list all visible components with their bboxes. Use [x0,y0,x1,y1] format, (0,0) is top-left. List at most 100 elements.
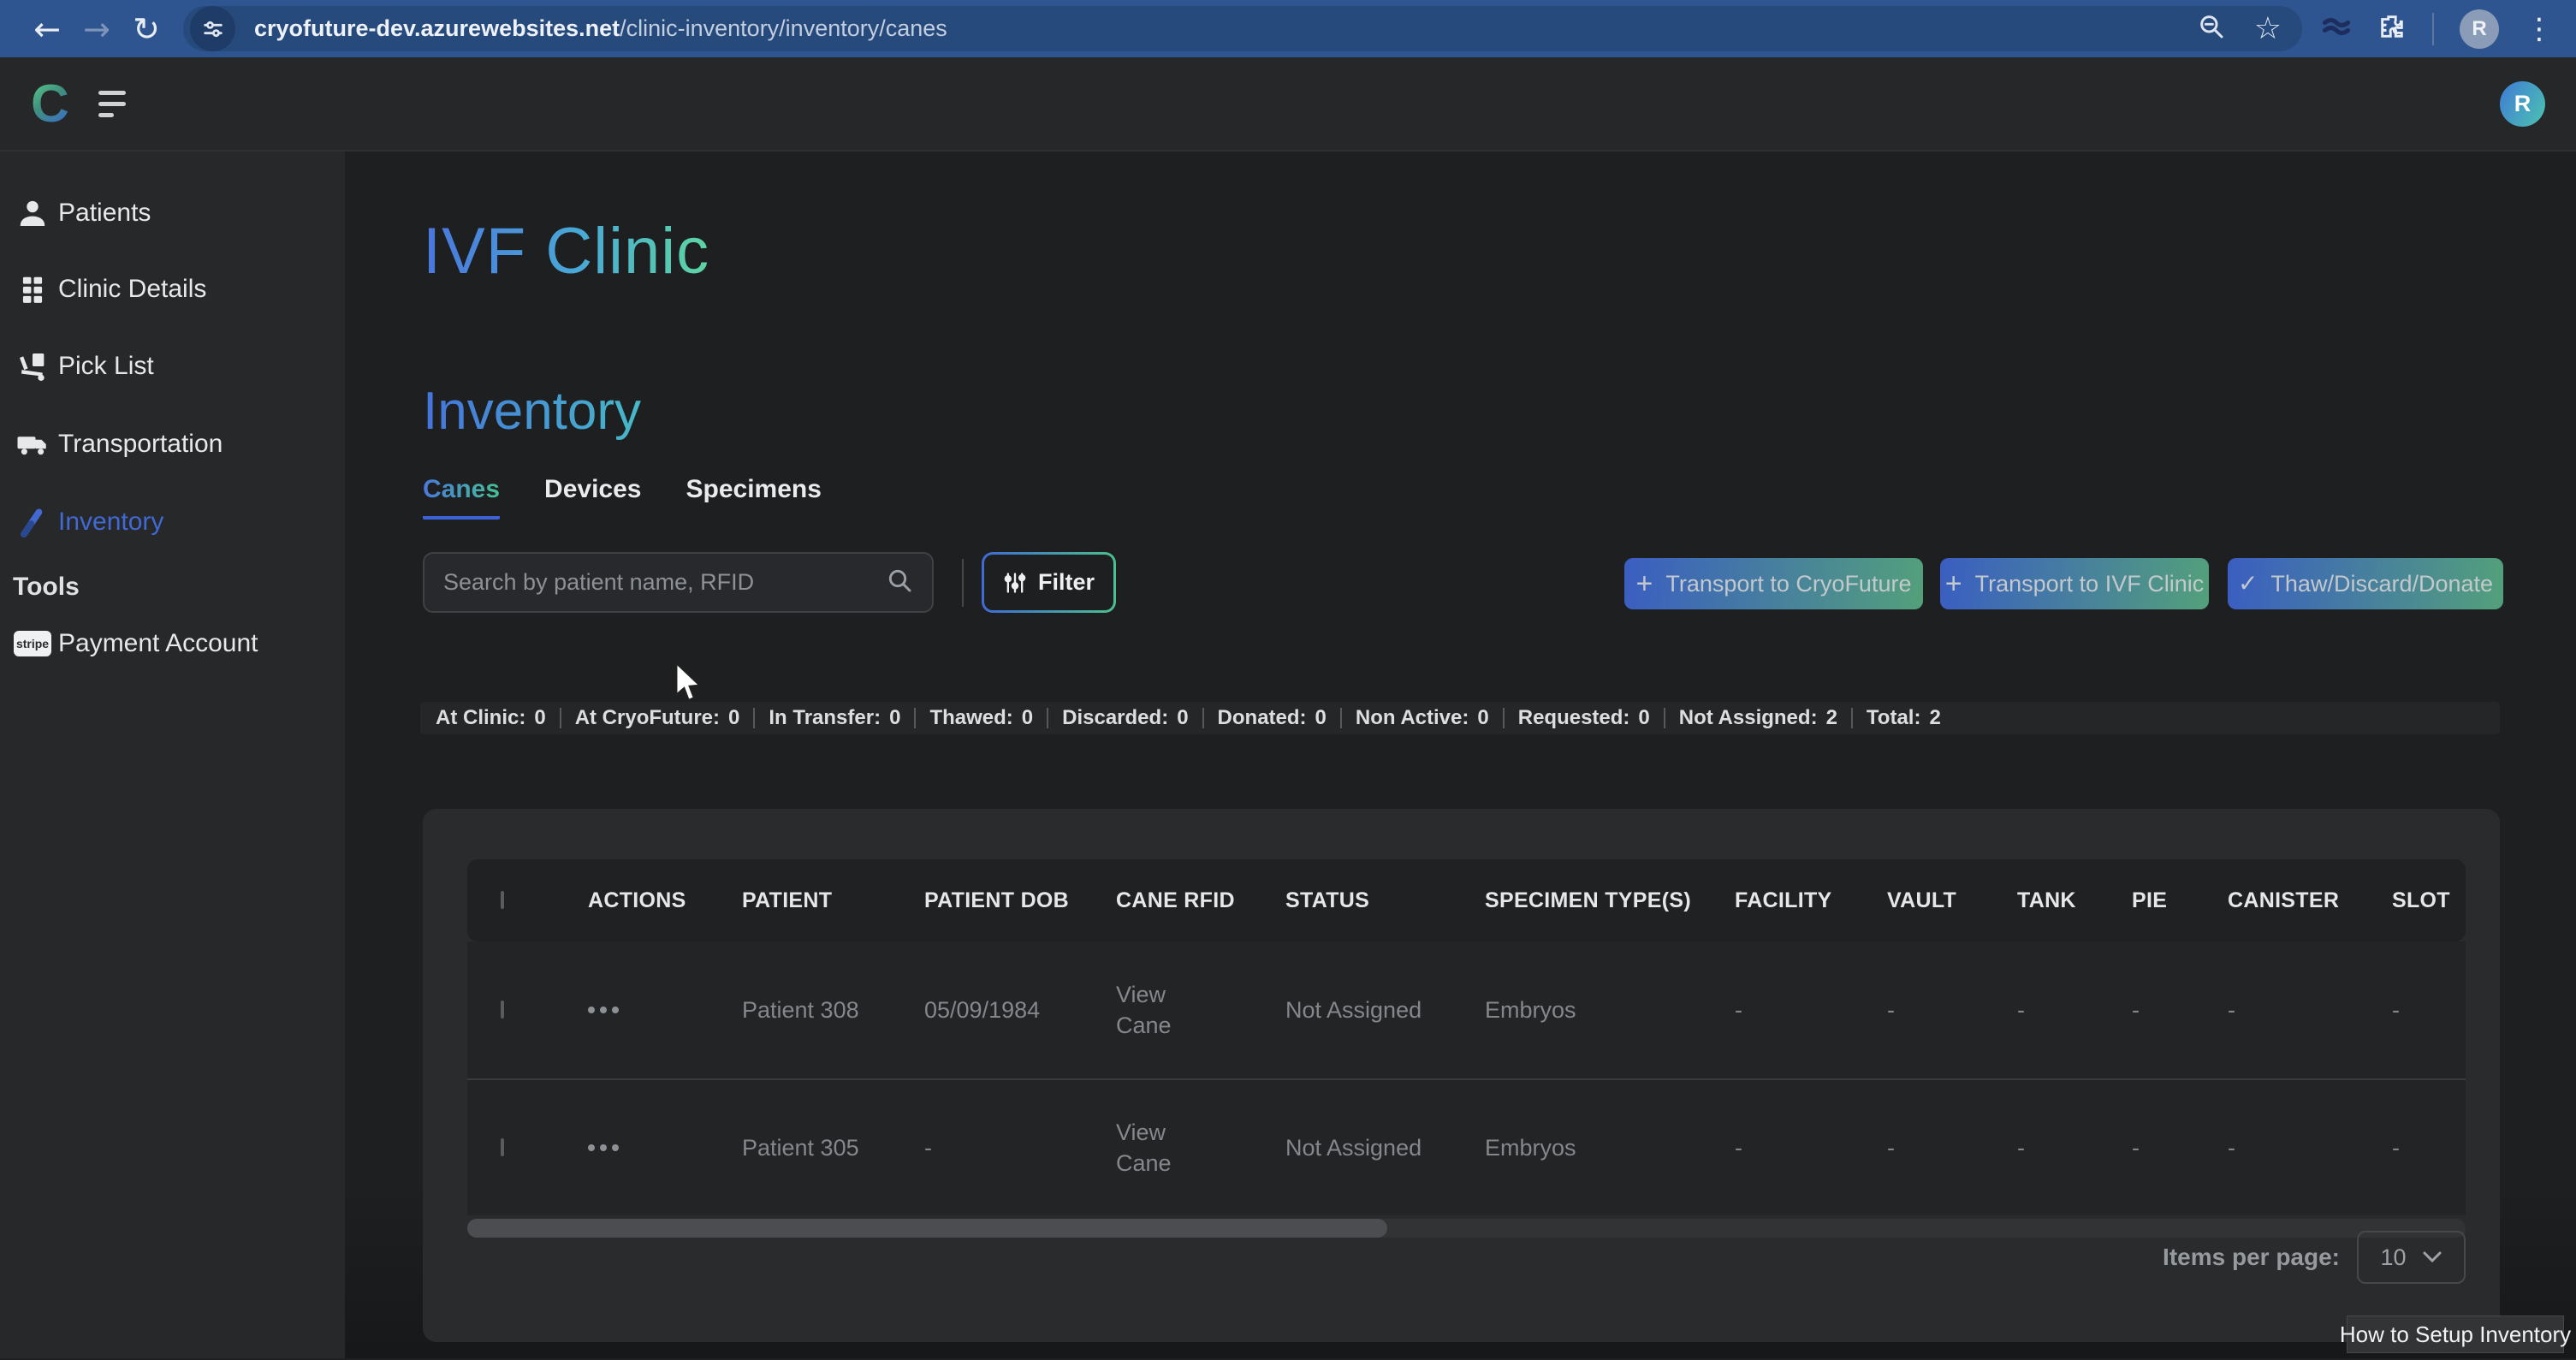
cell-status: Not Assigned [1285,997,1485,1024]
sidebar-item-label: Patients [58,199,151,228]
row-actions-button[interactable] [588,1144,742,1151]
back-icon[interactable]: ← [22,10,72,48]
bookmark-star-icon[interactable]: ☆ [2254,11,2282,46]
sidebar-item-payment-account[interactable]: stripe Payment Account [0,617,345,670]
user-avatar[interactable]: R [2500,81,2545,127]
column-header[interactable]: STATUS [1285,888,1485,913]
stat-label: At Clinic: [436,706,525,730]
column-header[interactable]: PATIENT [742,888,924,913]
url-text[interactable]: cryofuture-dev.azurewebsites.net/clinic-… [254,15,2198,42]
main-content: IVF Clinic Inventory Canes Devices Speci… [345,151,2576,1358]
row-checkbox[interactable] [501,1001,504,1019]
stripe-icon: stripe [13,631,52,656]
tab-devices[interactable]: Devices [544,475,641,520]
reload-icon[interactable]: ↻ [122,10,171,48]
tab-specimens[interactable]: Specimens [686,475,821,520]
items-per-page-label: Items per page: [2163,1244,2340,1271]
column-header[interactable]: FACILITY [1735,888,1887,913]
cell-pie: - [2132,1135,2228,1161]
column-header[interactable]: SLOT [2392,888,2466,913]
page-size-value: 10 [2380,1244,2406,1271]
table-row: Patient 308 05/09/1984 View Cane Not Ass… [467,941,2466,1078]
sidebar-item-label: Inventory [58,508,163,537]
search-input[interactable] [443,569,886,596]
view-cane-link[interactable]: View Cane [1116,1117,1202,1179]
table-row: Patient 305 - View Cane Not Assigned Emb… [467,1078,2466,1215]
row-checkbox[interactable] [501,1138,504,1156]
tab-canes[interactable]: Canes [423,475,500,520]
sidebar-item-transportation[interactable]: Transportation [0,418,345,471]
address-bar[interactable]: cryofuture-dev.azurewebsites.net/clinic-… [183,6,2302,51]
page-size-select[interactable]: 10 [2357,1231,2466,1284]
toolbar: Filter + Transport to CryoFuture + Trans… [423,552,2502,614]
inventory-table-card: ACTIONS PATIENT PATIENT DOB CANE RFID ST… [423,809,2500,1342]
view-cane-link[interactable]: View Cane [1116,979,1202,1042]
column-header[interactable]: SPECIMEN TYPE(S) [1485,888,1735,913]
browser-profile-avatar[interactable]: R [2460,9,2499,49]
scrollbar-thumb[interactable] [467,1219,1387,1238]
forward-icon: → [72,10,122,48]
cell-patient-dob: 05/09/1984 [924,997,1116,1024]
zoom-out-icon[interactable] [2198,13,2225,45]
cell-slot: - [2392,1135,2466,1161]
column-header[interactable]: PATIENT DOB [924,888,1116,913]
help-tooltip[interactable]: How to Setup Inventory [2347,1315,2564,1353]
search-icon[interactable] [886,567,913,598]
wave-extension-icon[interactable] [2321,14,2352,44]
page-title: IVF Clinic [423,214,709,288]
column-header[interactable]: VAULT [1887,888,2017,913]
stat-value: 0 [1022,706,1033,730]
cell-patient-dob: - [924,1135,1116,1161]
select-all-checkbox[interactable] [501,891,504,909]
column-header[interactable]: ACTIONS [588,888,742,913]
cell-patient: Patient 308 [742,997,924,1024]
column-header[interactable]: CANISTER [2228,888,2392,913]
tune-sliders-icon [1003,571,1027,595]
transport-to-ivf-clinic-button[interactable]: + Transport to IVF Clinic [1940,558,2209,609]
filter-label: Filter [1038,569,1095,596]
cell-tank: - [2017,1135,2132,1161]
person-icon [13,196,52,230]
extensions-puzzle-icon[interactable] [2377,12,2407,45]
inventory-section-title: Inventory [423,381,641,442]
cell-pie: - [2132,997,2228,1024]
column-header[interactable]: CANE RFID [1116,888,1285,913]
cell-patient: Patient 305 [742,1135,924,1161]
stat-value: 0 [1477,706,1488,730]
stat-label: Requested: [1518,706,1630,730]
browser-menu-icon[interactable]: ⋮ [2525,12,2554,46]
filter-button[interactable]: Filter [982,552,1116,613]
stat-value: 0 [728,706,739,730]
sidebar-item-patients[interactable]: Patients [0,187,345,240]
cell-canister: - [2228,997,2392,1024]
cell-facility: - [1735,1135,1887,1161]
url-path: /clinic-inventory/inventory/canes [620,15,947,41]
button-label: Transport to IVF Clinic [1975,571,2205,597]
truck-icon [13,426,52,462]
column-header[interactable]: PIE [2132,888,2228,913]
menu-hamburger-icon[interactable] [98,91,126,117]
plus-icon: + [1636,569,1653,598]
inventory-tabs: Canes Devices Specimens [423,475,822,520]
stat-value: 0 [1177,706,1188,730]
sidebar-item-label: Pick List [58,352,154,381]
sidebar: Patients Clinic Details P [0,151,345,1358]
stat-value: 0 [1638,706,1649,730]
sidebar-item-clinic-details[interactable]: Clinic Details [0,263,345,316]
stat-label: Not Assigned: [1679,706,1818,730]
cell-vault: - [1887,997,2017,1024]
sidebar-section-tools: Tools [13,573,80,602]
site-settings-icon[interactable] [190,6,235,51]
button-label: Transport to CryoFuture [1665,571,1911,597]
transport-to-cryofuture-button[interactable]: + Transport to CryoFuture [1624,558,1923,609]
row-actions-button[interactable] [588,1007,742,1013]
column-header[interactable]: TANK [2017,888,2132,913]
table-header-row: ACTIONS PATIENT PATIENT DOB CANE RFID ST… [467,859,2466,941]
cell-vault: - [1887,1135,2017,1161]
sidebar-item-inventory[interactable]: Inventory [0,496,345,549]
toolbar-divider [2432,13,2434,45]
pagination: Items per page: 10 [2163,1231,2466,1284]
thaw-discard-donate-button[interactable]: ✓ Thaw/Discard/Donate [2228,558,2503,609]
sidebar-item-pick-list[interactable]: Pick List [0,340,345,393]
cryofuture-logo[interactable]: C [31,74,69,134]
